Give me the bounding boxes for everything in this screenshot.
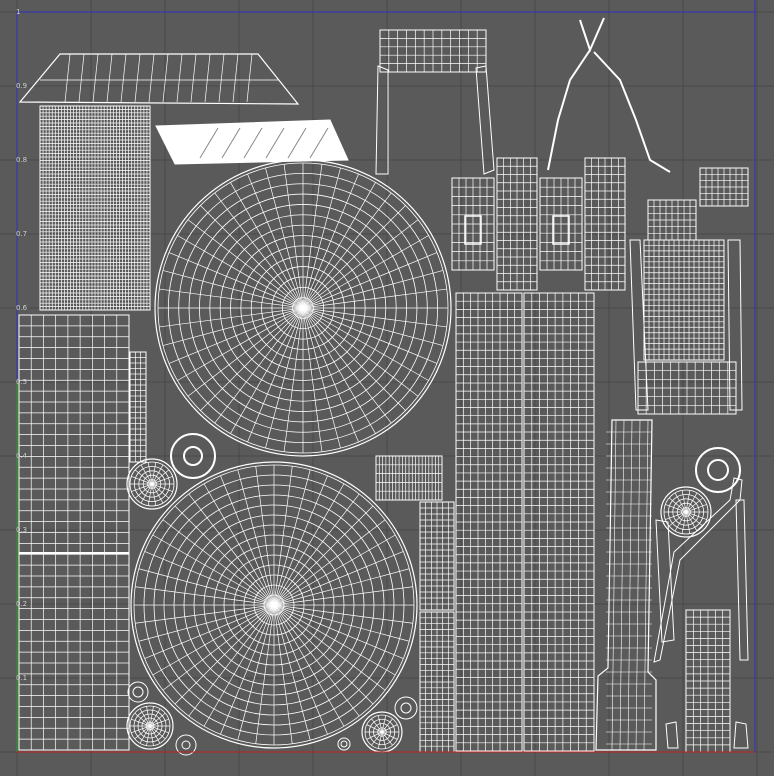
shell-block-4[interactable]	[584, 157, 626, 291]
shell-seat-base[interactable]	[637, 361, 737, 415]
v-axis-label: 0.1	[16, 674, 28, 682]
shell-chair-top[interactable]	[379, 29, 487, 73]
shell-canopy-trapezoid[interactable]	[18, 53, 300, 105]
shell-slat-a[interactable]	[375, 455, 443, 501]
v-axis-label: 0.8	[16, 156, 28, 164]
shell-slat-c[interactable]	[419, 611, 455, 753]
v-axis-label: 0.4	[16, 452, 28, 460]
shell-disc-b[interactable]	[126, 702, 174, 750]
shell-right-cap-1[interactable]	[699, 167, 749, 207]
v-axis-label: 0.6	[16, 304, 28, 312]
shell-block-2[interactable]	[496, 157, 538, 291]
shell-ring-tiny-a[interactable]	[127, 681, 149, 703]
shell-narrow-strip[interactable]	[129, 351, 147, 463]
shell-block-1[interactable]	[451, 177, 495, 271]
uv-editor-canvas[interactable]	[0, 0, 774, 776]
v-axis-label: 0.5	[16, 378, 28, 386]
shell-wheel-top[interactable]	[154, 159, 452, 457]
shell-tapered-leg[interactable]	[595, 419, 657, 751]
v-axis-label: 0.2	[16, 600, 28, 608]
shell-block-3[interactable]	[539, 177, 583, 271]
shell-ring-right[interactable]	[695, 447, 741, 493]
shell-disc-d[interactable]	[361, 711, 403, 753]
shell-seat-back[interactable]	[643, 239, 725, 361]
shell-ring-tiny-c[interactable]	[337, 737, 351, 751]
shell-wheel-bottom[interactable]	[130, 461, 418, 749]
shell-chair-frame[interactable]	[375, 65, 495, 175]
shell-disc-a[interactable]	[126, 458, 178, 510]
uv-shells[interactable]	[18, 17, 749, 756]
shell-column-1[interactable]	[455, 292, 523, 752]
v-axis-label: 0.3	[16, 526, 28, 534]
shell-ring-tiny-d[interactable]	[394, 696, 418, 720]
shell-right-strip[interactable]	[685, 609, 731, 753]
v-axis-label: 0.7	[16, 230, 28, 238]
v-axis-label: 1	[16, 8, 21, 16]
shell-hatched-strip[interactable]	[155, 119, 349, 165]
shell-fabric-dense[interactable]	[39, 105, 151, 311]
shell-slat-b[interactable]	[419, 501, 455, 611]
v-axis-label: 0.9	[16, 82, 28, 90]
shell-left-panel[interactable]	[18, 314, 130, 751]
